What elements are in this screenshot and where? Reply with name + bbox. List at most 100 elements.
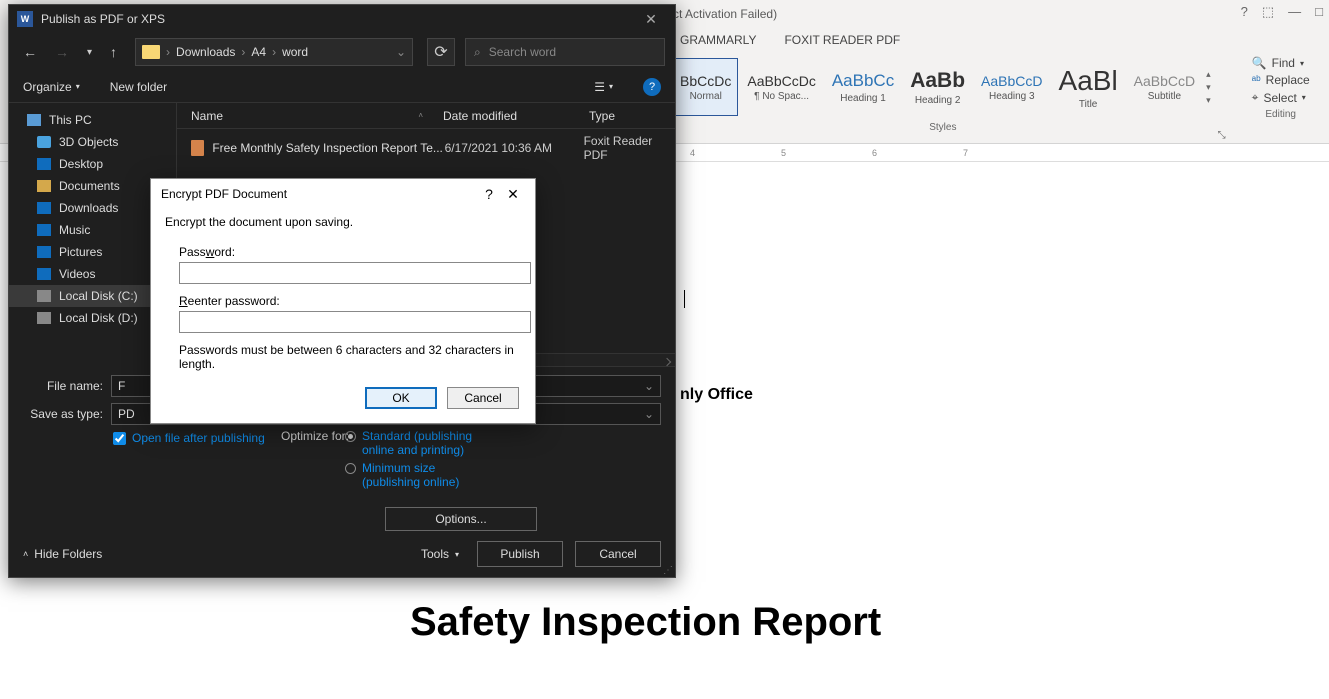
publish-button[interactable]: Publish	[477, 541, 563, 567]
style-option[interactable]: AaBlTitle	[1052, 58, 1125, 116]
file-name: Free Monthly Safety Inspection Report Te…	[212, 141, 444, 155]
tree-this-pc[interactable]: This PC	[9, 109, 176, 131]
minimize-icon[interactable]: —	[1288, 4, 1301, 20]
radio-minimum[interactable]: Minimum size (publishing online)	[345, 461, 537, 489]
chevron-down-icon[interactable]: ⌄	[396, 45, 406, 59]
ruler-tick: 6	[872, 148, 877, 158]
file-row[interactable]: Free Monthly Safety Inspection Report Te…	[177, 129, 675, 167]
replace-button[interactable]: ᵃᵇReplace	[1252, 73, 1310, 87]
tab-grammarly[interactable]: GRAMMARLY	[680, 33, 756, 47]
tab-foxit[interactable]: FOXIT READER PDF	[784, 33, 900, 47]
password-field-group: Password:	[179, 245, 521, 284]
breadcrumb-seg[interactable]: word	[282, 45, 308, 59]
search-icon: 🔍	[1252, 56, 1267, 70]
radio-icon	[345, 463, 356, 474]
new-folder-button[interactable]: New folder	[110, 80, 167, 94]
encrypt-body: Encrypt the document upon saving. Passwo…	[151, 209, 535, 423]
filename-label: File name:	[23, 379, 103, 393]
search-input[interactable]: ⌕ Search word	[465, 38, 665, 66]
style-option[interactable]: AaBbHeading 2	[903, 58, 972, 116]
close-icon[interactable]: ✕	[501, 186, 525, 203]
style-option[interactable]: AaBbCcDc¶ No Spac...	[740, 58, 822, 116]
chevron-down-icon: ▾	[1302, 93, 1306, 102]
search-icon: ⌕	[474, 45, 481, 60]
tree-label: Local Disk (C:)	[59, 289, 138, 303]
style-label: Normal	[680, 91, 731, 102]
ribbon-display-icon[interactable]: ⬚	[1262, 4, 1274, 20]
file-date: 6/17/2021 10:36 AM	[445, 141, 584, 155]
ok-button[interactable]: OK	[365, 387, 437, 409]
word-window-controls: ? ⬚ — □	[1241, 4, 1323, 20]
encrypt-title: Encrypt PDF Document	[161, 187, 477, 201]
tree-3d-objects[interactable]: 3D Objects	[9, 131, 176, 153]
list-header: Name˄ Date modified Type	[177, 103, 675, 129]
maximize-icon[interactable]: □	[1315, 4, 1323, 20]
3d-icon	[37, 136, 51, 148]
col-name[interactable]: Name˄	[191, 109, 443, 123]
encrypt-instruction: Encrypt the document upon saving.	[165, 215, 521, 229]
col-date[interactable]: Date modified	[443, 109, 589, 123]
tree-label: Pictures	[59, 245, 102, 259]
style-option[interactable]: AaBbCcDSubtitle	[1127, 58, 1202, 116]
breadcrumb-sep: ›	[166, 45, 170, 59]
up-button[interactable]: ↑	[106, 42, 121, 62]
refresh-button[interactable]: ⟳	[427, 38, 455, 66]
help-button[interactable]: ?	[643, 78, 661, 96]
optimize-label: Optimize for:	[281, 429, 349, 443]
style-option[interactable]: AaBbCcHeading 1	[825, 58, 901, 116]
resize-grip[interactable]: ⋰	[663, 565, 673, 575]
breadcrumb-seg[interactable]: Downloads	[176, 45, 235, 59]
pc-icon	[27, 114, 41, 126]
radio-standard-label: Standard (publishing online and printing…	[362, 429, 492, 457]
select-button[interactable]: ⌖Select ▾	[1252, 90, 1310, 105]
open-after-label: Open file after publishing	[132, 431, 265, 445]
tree-desktop[interactable]: Desktop	[9, 153, 176, 175]
back-button[interactable]: ←	[19, 42, 41, 62]
password-note: Passwords must be between 6 characters a…	[179, 343, 521, 371]
pdf-file-icon	[191, 140, 204, 156]
tools-dropdown[interactable]: Tools▾	[421, 547, 459, 561]
cancel-button[interactable]: Cancel	[447, 387, 519, 409]
col-name-label: Name	[191, 109, 223, 123]
chevron-down-icon[interactable]: ⌄	[644, 379, 654, 393]
cursor-icon: ⌖	[1252, 90, 1259, 105]
style-sample: AaBb	[910, 69, 965, 93]
help-icon[interactable]: ?	[1241, 4, 1248, 20]
col-type[interactable]: Type	[589, 109, 675, 123]
dialog-footer: ˄Hide Folders Tools▾ Publish Cancel	[23, 541, 661, 567]
hide-folders-button[interactable]: ˄Hide Folders	[23, 547, 102, 561]
open-after-check[interactable]	[113, 432, 126, 445]
reenter-label: Reenter password:	[179, 294, 521, 308]
organize-button[interactable]: Organize ▾	[23, 80, 80, 94]
pictures-icon	[37, 246, 51, 258]
breadcrumb-sep: ›	[272, 45, 276, 59]
styles-launcher-icon[interactable]: ⤡	[1214, 128, 1230, 143]
chevron-up-icon: ˄	[23, 549, 28, 559]
breadcrumb-seg[interactable]: A4	[251, 45, 266, 59]
view-options-button[interactable]: ☰▾	[594, 80, 613, 94]
disk-icon	[37, 312, 51, 324]
radio-standard[interactable]: Standard (publishing online and printing…	[345, 429, 537, 457]
forward-button[interactable]: →	[51, 42, 73, 62]
password-input[interactable]	[179, 262, 531, 284]
style-option[interactable]: AaBbCcDHeading 3	[974, 58, 1049, 116]
chevron-down-icon[interactable]: ⌄	[644, 407, 654, 421]
styles-gallery[interactable]: BbCcDcNormalAaBbCcDc¶ No Spac...AaBbCcHe…	[672, 52, 1214, 122]
options-button[interactable]: Options...	[385, 507, 537, 531]
recent-locations-button[interactable]: ▾	[83, 45, 96, 60]
tree-label: Documents	[59, 179, 120, 193]
word-app-icon: W	[17, 11, 33, 27]
ruler-tick: 7	[963, 148, 968, 158]
encrypt-titlebar: Encrypt PDF Document ? ✕	[151, 179, 535, 209]
videos-icon	[37, 268, 51, 280]
style-option[interactable]: BbCcDcNormal	[673, 58, 738, 116]
address-bar[interactable]: › Downloads › A4 › word ⌄	[135, 38, 413, 66]
find-button[interactable]: 🔍Find ▾	[1252, 56, 1310, 70]
help-icon[interactable]: ?	[477, 186, 501, 202]
cancel-button[interactable]: Cancel	[575, 541, 661, 567]
close-icon[interactable]: ✕	[635, 11, 667, 28]
reenter-password-input[interactable]	[179, 311, 531, 333]
styles-more-button[interactable]: ▴▾▾	[1203, 69, 1214, 106]
style-label: Heading 3	[981, 91, 1042, 102]
tree-label: Downloads	[59, 201, 118, 215]
